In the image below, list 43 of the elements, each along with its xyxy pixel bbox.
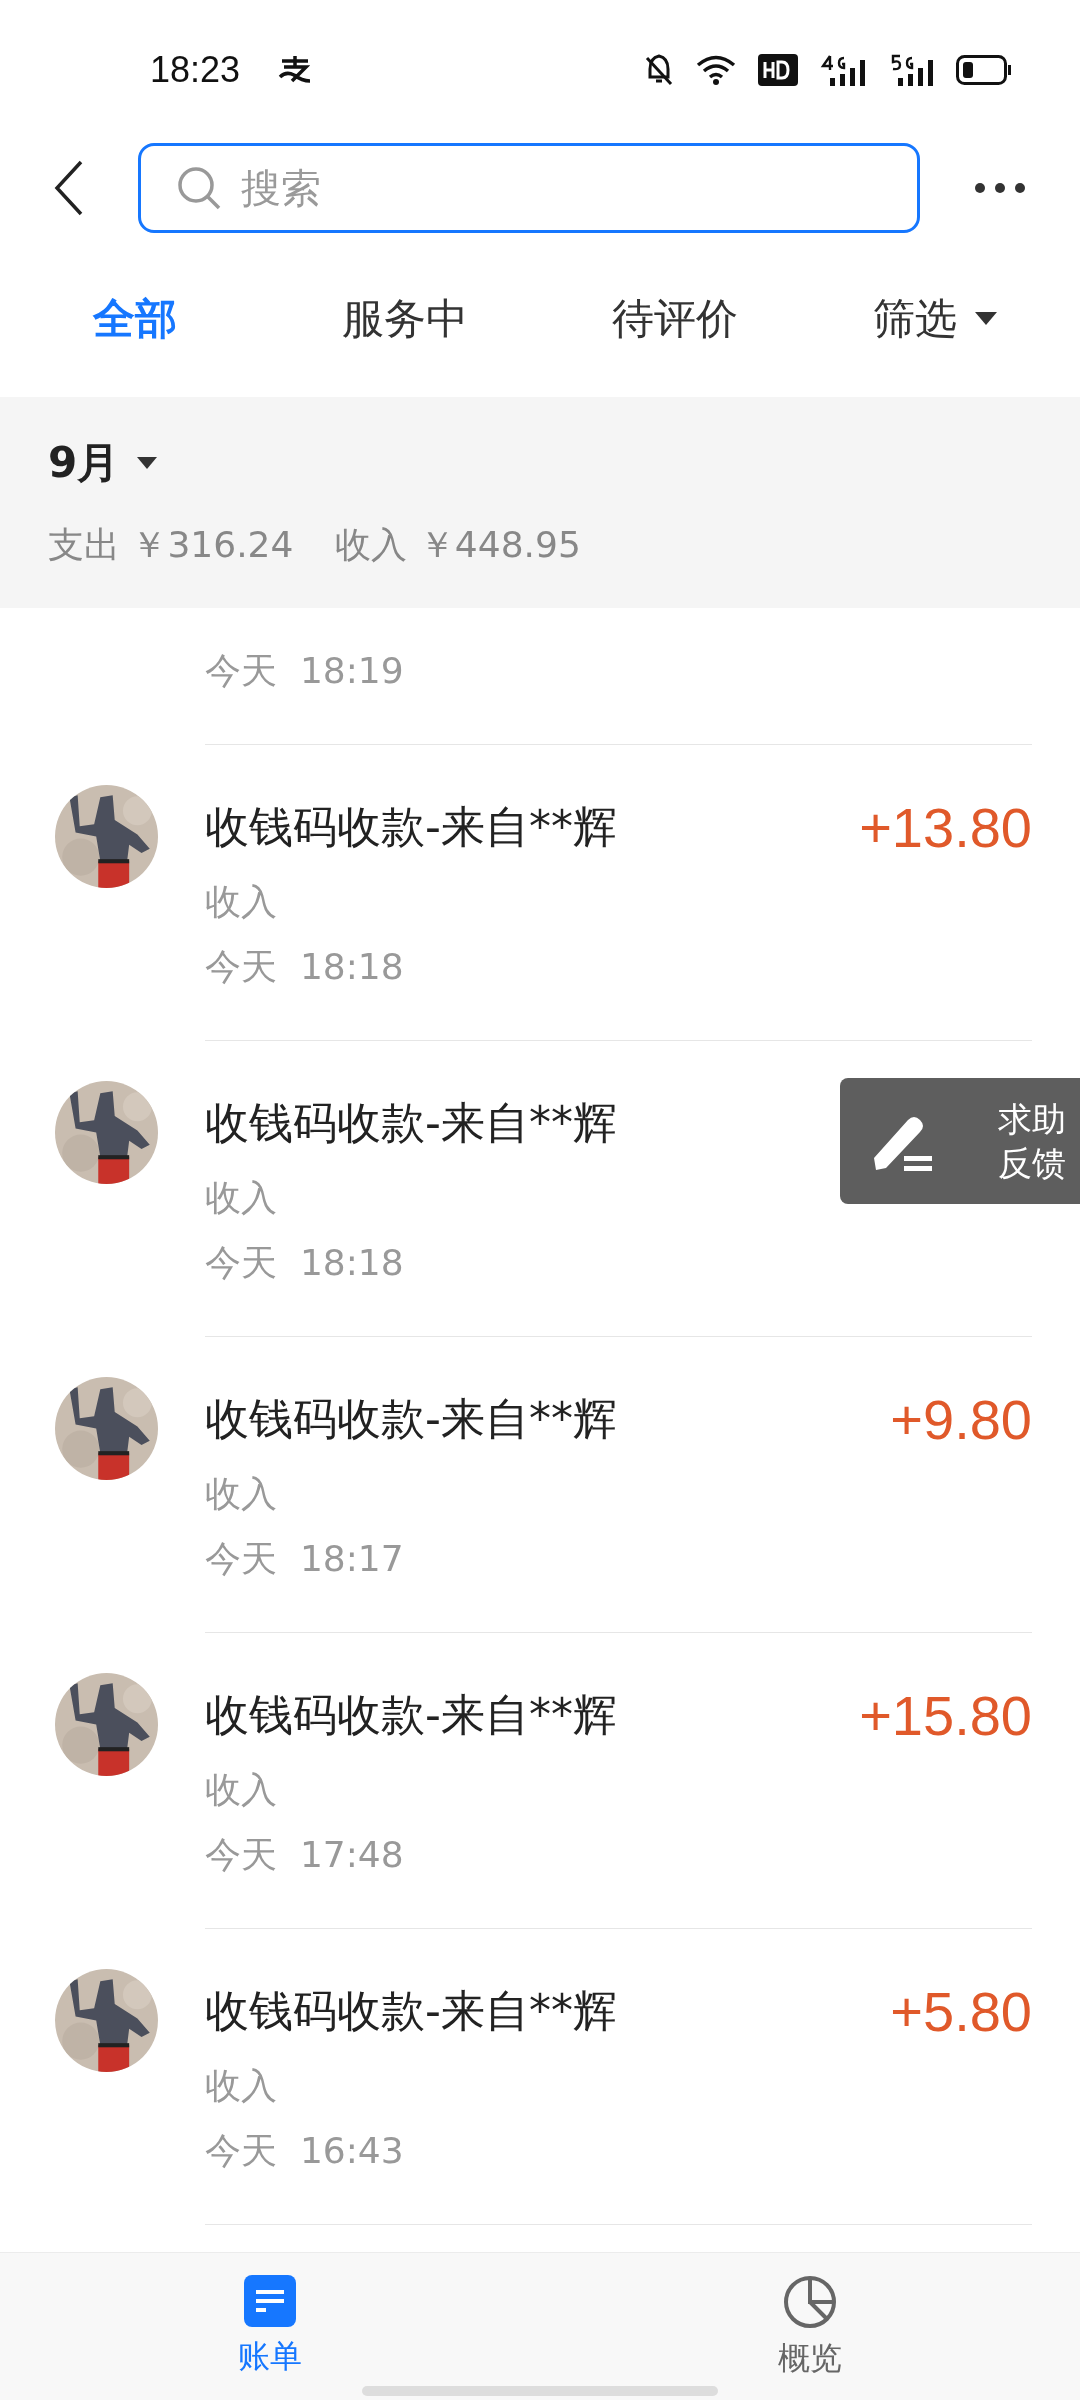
status-time: 18:23 <box>150 49 241 91</box>
caret-icon <box>975 311 997 326</box>
filter-tab[interactable]: 待评价 <box>540 290 810 347</box>
transaction-amount: +15.80 <box>859 1682 1032 1748</box>
search-icon <box>176 165 222 211</box>
transaction-time: 今天 16:43 <box>205 2129 405 2173</box>
transaction-time: 今天 17:48 <box>205 1833 405 1877</box>
transaction-type: 收入 <box>205 1768 278 1812</box>
transaction-amount: +5.80 <box>890 1978 1032 2044</box>
expense-total: 支出 ￥316.24 <box>48 523 294 567</box>
transaction-time: 今天 18:18 <box>205 1241 405 1285</box>
bell-muted-icon <box>644 53 674 87</box>
bill-icon <box>244 2275 296 2327</box>
transaction-amount: +13.80 <box>859 794 1032 860</box>
battery-icon <box>956 55 1012 85</box>
transaction-type: 收入 <box>205 1176 278 1220</box>
feedback-button[interactable]: 求助 反馈 <box>840 1078 1080 1204</box>
transaction-time: 今天 18:17 <box>205 1537 405 1581</box>
more-icon <box>974 182 1026 194</box>
transaction-type: 收入 <box>205 2064 278 2108</box>
caret-icon <box>137 457 158 469</box>
filter-tab[interactable]: 服务中 <box>270 290 540 347</box>
transaction-type: 收入 <box>205 880 278 924</box>
transaction-title: 收钱码收款-来自**辉 <box>205 799 617 854</box>
pie-chart-icon <box>783 2275 837 2329</box>
hd-icon <box>758 54 798 86</box>
search-field[interactable]: 搜索 <box>138 143 920 233</box>
filter-tab[interactable]: 全部 <box>0 290 270 347</box>
nav-tab[interactable]: 概览 <box>540 2253 1080 2400</box>
transaction-title: 收钱码收款-来自**辉 <box>205 1095 617 1150</box>
wifi-icon <box>696 54 736 86</box>
transaction-time: 今天 18:19 <box>205 649 405 693</box>
transaction-title: 收钱码收款-来自**辉 <box>205 1983 617 2038</box>
transaction-title: 收钱码收款-来自**辉 <box>205 1391 617 1446</box>
app-logo-icon <box>278 55 313 85</box>
signal-4g-icon <box>820 54 866 86</box>
transaction-title: 收钱码收款-来自**辉 <box>205 1687 617 1742</box>
transaction-amount: +9.80 <box>890 1386 1032 1452</box>
transaction-type: 收入 <box>205 1472 278 1516</box>
month-selector[interactable]: 9月 <box>48 435 158 491</box>
income-total: 收入 ￥448.95 <box>335 523 581 567</box>
transaction-time: 今天 18:18 <box>205 945 405 989</box>
filter-button[interactable]: 筛选 <box>810 290 1080 347</box>
